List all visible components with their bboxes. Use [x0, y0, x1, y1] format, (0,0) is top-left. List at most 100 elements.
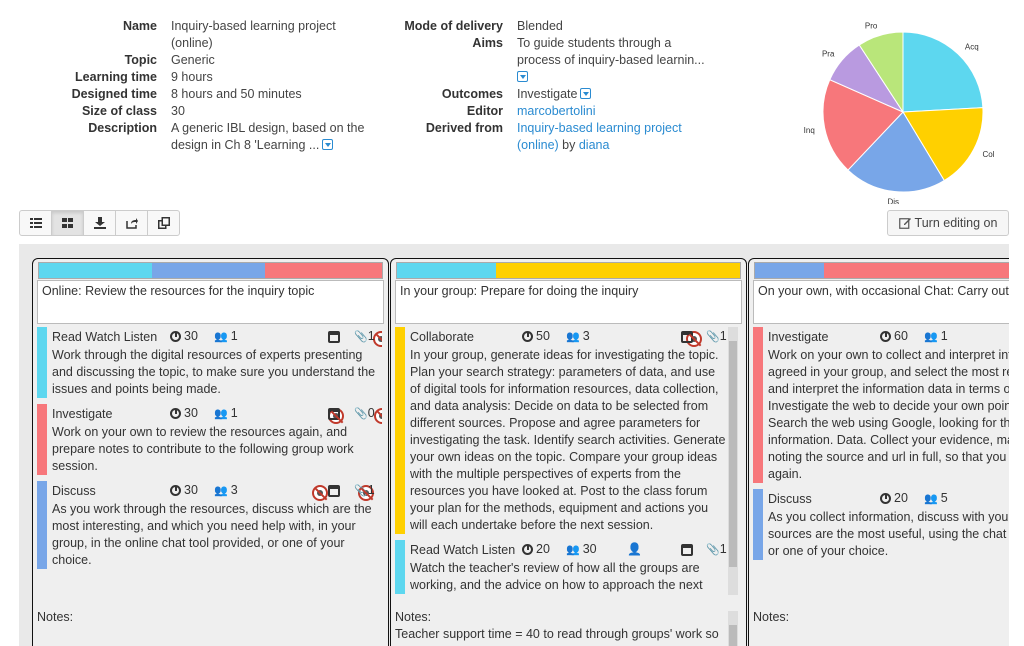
activity-item[interactable]: Read Watch Listen 20 👥 30 👤 📎 1 Watch the … [395, 540, 728, 594]
expand-description-icon[interactable] [322, 139, 334, 150]
activity-type-stripe [37, 404, 47, 475]
activity-group-size: 1 [230, 329, 238, 343]
activity-group-size: 5 [940, 491, 948, 505]
column-notes[interactable]: Notes: Teacher support time = 40 to read… [395, 609, 725, 643]
pie-label: Acq [965, 43, 979, 52]
notes-scrollbar[interactable] [728, 611, 738, 646]
activity-file-count: 1 [719, 542, 727, 556]
learning-type-bar [754, 262, 1009, 279]
activity-description: Watch the teacher's review of how all th… [410, 561, 703, 592]
derived-author-link[interactable]: diana [579, 138, 610, 152]
activity-type-stripe [753, 327, 763, 483]
group-icon: 👥 [214, 484, 228, 497]
activity-item[interactable]: Investigate 30 👥 1 📎 0 Work on your own to… [37, 404, 382, 475]
aims-value: To guide students through a process of i… [517, 36, 705, 67]
group-icon: 👥 [924, 492, 938, 505]
activity-time: 20 [894, 491, 908, 505]
column-title[interactable]: On your own, with occasional Chat: Carry… [753, 280, 1009, 324]
activity-time: 30 [184, 329, 198, 343]
bar-segment [265, 263, 382, 278]
calendar-icon [681, 544, 693, 556]
activity-scrollbar[interactable] [728, 327, 738, 595]
pie-label: Col [983, 150, 995, 159]
person-icon: 👤 [627, 542, 642, 556]
activity-item[interactable]: Discuss 30 👥 3 📎 1 As you work through the… [37, 481, 382, 569]
activity-group-size: 3 [582, 329, 590, 343]
activity-item[interactable]: Discuss 20 👥 5 As you collect information… [753, 489, 1009, 560]
paperclip-icon: 📎 [706, 330, 720, 343]
activity-file-count: 1 [367, 329, 375, 343]
activity-description: Work on your own to collect and interpre… [768, 348, 1009, 481]
scrollbar-thumb[interactable] [729, 625, 737, 646]
editor-link[interactable]: marcobertolini [517, 103, 596, 120]
activity-list: Investigate 60 👥 1 Work on your own to co… [753, 327, 1009, 595]
duplicate-button[interactable] [147, 210, 180, 236]
clock-icon [522, 543, 533, 555]
tla-column: On your own, with occasional Chat: Carry… [748, 258, 1009, 646]
bar-segment [152, 263, 266, 278]
download-button[interactable] [83, 210, 116, 236]
activity-description: As you work through the resources, discu… [52, 502, 372, 567]
activity-file-count: 0 [367, 406, 375, 420]
activity-name: Read Watch Listen [52, 330, 158, 344]
meta-value: Inquiry-based learning project (online) [171, 19, 336, 50]
activity-type-stripe [395, 540, 405, 594]
activity-description: In your group, generate ideas for invest… [410, 348, 726, 532]
activity-item[interactable]: Collaborate 50 👥 3 📎 1 In your group, gene… [395, 327, 728, 534]
turn-editing-on-button[interactable]: Turn editing on [887, 210, 1009, 236]
scrollbar-thumb[interactable] [729, 341, 737, 567]
activity-description: As you collect information, discuss with… [768, 510, 1009, 558]
bar-segment [39, 263, 153, 278]
editor-label: Editor [466, 104, 503, 118]
activity-name: Discuss [52, 484, 96, 498]
pie-label: Inq [804, 126, 815, 135]
clock-icon [880, 492, 891, 504]
activity-group-size: 3 [230, 483, 238, 497]
tla-column: In your group: Prepare for doing the inq… [390, 258, 747, 646]
meta-value: 9 hours [171, 70, 213, 84]
edit-icon [898, 218, 911, 229]
share-button[interactable] [115, 210, 148, 236]
list-view-button[interactable] [19, 210, 52, 236]
notes-label: Notes: [753, 610, 790, 624]
column-notes[interactable]: Notes: [753, 609, 789, 626]
expand-outcomes-icon[interactable] [580, 88, 592, 99]
activity-group-size: 1 [940, 329, 948, 343]
mode-label: Mode of delivery [404, 19, 503, 33]
activity-list: Collaborate 50 👥 3 📎 1 In your group, gene… [395, 327, 728, 595]
notes-label: Notes: [395, 610, 432, 624]
grid-view-button[interactable] [51, 210, 84, 236]
download-icon [93, 217, 106, 229]
activity-type-stripe [37, 327, 47, 398]
column-title[interactable]: Online: Review the resources for the inq… [37, 280, 384, 324]
activity-item[interactable]: Read Watch Listen 30 👥 1 📎 1 Work through … [37, 327, 382, 398]
column-title[interactable]: In your group: Prepare for doing the inq… [395, 280, 742, 324]
activity-list: Read Watch Listen 30 👥 1 📎 1 Work through … [37, 327, 382, 595]
derived-label: Derived from [425, 121, 503, 135]
group-icon: 👥 [566, 330, 580, 343]
group-icon: 👥 [566, 543, 580, 556]
tla-column: Online: Review the resources for the inq… [32, 258, 389, 646]
activity-description: Work on your own to review the resources… [52, 425, 354, 473]
activity-name: Read Watch Listen [410, 543, 516, 557]
clock-icon [170, 330, 181, 342]
meta-row-topic: Topic Generic [60, 52, 390, 69]
outcomes-value: Investigate [517, 87, 578, 101]
group-icon: 👥 [924, 330, 938, 343]
view-toolbar [19, 210, 180, 236]
column-notes[interactable]: Notes: [37, 609, 382, 626]
meta-label: Size of class [81, 104, 157, 118]
meta-value: A generic IBL design, based on the desig… [171, 121, 365, 152]
learning-types-pie-chart: Acq Col Dis Inq Pra Pro [804, 22, 995, 204]
activity-item[interactable]: Investigate 60 👥 1 Work on your own to co… [753, 327, 1009, 483]
meta-row-designed-time: Designed time 8 hours and 50 minutes [60, 86, 390, 103]
activity-file-count: 1 [719, 329, 727, 343]
metadata-left: Name Inquiry-based learning project (onl… [60, 18, 390, 154]
activity-time: 30 [184, 406, 198, 420]
calendar-icon [328, 485, 340, 497]
meta-label: Description [88, 121, 157, 135]
activity-description: Work through the digital resources of ex… [52, 348, 376, 396]
notes-label: Notes: [37, 610, 74, 624]
expand-aims-icon[interactable] [517, 71, 528, 82]
list-view-icon [29, 218, 42, 228]
